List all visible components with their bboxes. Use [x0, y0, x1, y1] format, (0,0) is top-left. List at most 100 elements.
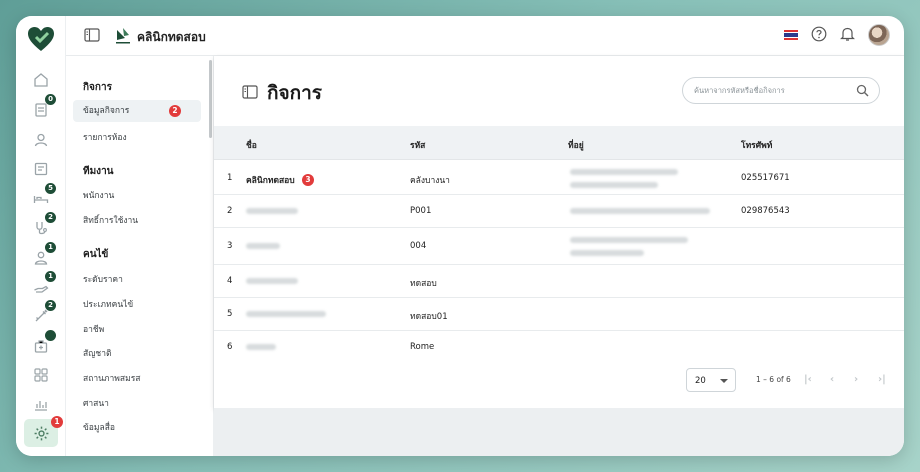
menu-item-religion[interactable]: ศาสนา [83, 396, 109, 410]
row-number: 6 [227, 342, 233, 352]
form-icon[interactable] [31, 159, 51, 179]
rows-per-page-value: 20 [695, 376, 706, 386]
rail-badge: 1 [45, 271, 56, 282]
menu-item-occupation[interactable]: อาชีพ [83, 322, 104, 336]
sidebar-toggle-icon[interactable] [84, 28, 100, 45]
section-title-business: กิจการ [83, 82, 112, 93]
row-number: 3 [227, 241, 233, 251]
table-row[interactable]: 3 004 [214, 228, 904, 265]
rail-badge: 5 [45, 183, 56, 194]
pagination: 20 1 – 6 of 6 |‹ ‹ › ›| [214, 366, 904, 396]
row-code: ทดสอบ01 [410, 312, 448, 322]
menu-item-staff[interactable]: พนักงาน [83, 188, 114, 202]
column-header-name[interactable]: ชื่อ [246, 138, 257, 152]
menu-item-nationality[interactable]: สัญชาติ [83, 346, 112, 360]
section-title-team: ทีมงาน [83, 166, 114, 177]
redacted-address [570, 169, 678, 175]
home-icon[interactable] [31, 70, 51, 90]
redacted-address [570, 237, 688, 243]
grid-icon[interactable] [31, 365, 51, 385]
table-header: ชื่อ รหัส ที่อยู่ โทรศัพท์ [214, 126, 904, 160]
brand-heart-logo[interactable] [27, 26, 55, 52]
report-chart-icon[interactable] [31, 394, 51, 414]
clinic-name[interactable]: คลินิกทดสอบ [137, 28, 206, 47]
row-code: P001 [410, 206, 432, 216]
table-row[interactable]: 1 คลินิกทดสอบ 3 คลังบางนา 025517671 [214, 160, 904, 195]
row-phone: 029876543 [741, 206, 790, 216]
bed-icon[interactable]: 5 [31, 183, 56, 209]
page-header: กิจการ [242, 78, 322, 108]
table-row[interactable]: 4 ทดสอบ [214, 265, 904, 298]
rail-badge: 2 [45, 300, 56, 311]
menu-item-business-info[interactable]: ข้อมูลกิจการ [73, 100, 201, 122]
thai-flag-icon[interactable] [784, 30, 798, 40]
row-code: 004 [410, 241, 427, 251]
syringe-icon[interactable]: 2 [31, 300, 56, 326]
redacted-address [570, 250, 644, 256]
menu-item-media[interactable]: ข้อมูลสื่อ [83, 420, 115, 434]
redacted-name [246, 278, 298, 284]
table-row[interactable]: 5 ทดสอบ01 [214, 298, 904, 331]
rail-dot-badge [45, 330, 56, 341]
rail-badge: 1 [45, 242, 56, 253]
row-code: ทดสอบ [410, 279, 437, 289]
hand-money-icon[interactable]: 1 [31, 271, 56, 297]
search-placeholder: ค้นหาจากรหัสหรือชื่อกิจการ [694, 85, 785, 95]
row-number: 2 [227, 206, 233, 216]
settings-badge: 1 [51, 416, 63, 428]
row-code: Rome [410, 342, 435, 352]
document-icon[interactable]: 0 [31, 94, 56, 120]
last-page-icon[interactable]: ›| [878, 374, 886, 385]
row-number: 5 [227, 309, 233, 319]
redacted-address [570, 208, 710, 214]
clinic-logo [116, 28, 130, 44]
top-bar: คลินิกทดสอบ [66, 16, 904, 56]
menu-item-permissions[interactable]: สิทธิ์การใช้งาน [83, 213, 138, 227]
row-phone: 025517671 [741, 173, 790, 183]
rail-badge: 0 [45, 94, 56, 105]
help-icon[interactable] [811, 26, 827, 45]
menu-item-rooms[interactable]: รายการห้อง [83, 130, 127, 144]
settings-gear-icon[interactable] [31, 423, 51, 443]
medical-bag-icon[interactable] [31, 330, 56, 356]
redacted-name [246, 344, 276, 350]
search-input[interactable]: ค้นหาจากรหัสหรือชื่อกิจการ [682, 77, 880, 104]
next-page-icon[interactable]: › [854, 374, 858, 385]
row-name[interactable]: คลินิกทดสอบ [246, 173, 295, 187]
notification-bell-icon[interactable] [840, 26, 855, 45]
table-row[interactable]: 2 P001 029876543 [214, 195, 904, 228]
search-icon[interactable] [856, 84, 869, 99]
doctor-icon[interactable]: 1 [31, 242, 56, 268]
redacted-name [246, 311, 326, 317]
column-header-phone[interactable]: โทรศัพท์ [741, 138, 772, 152]
submenu-scrollbar[interactable] [209, 60, 212, 138]
page-title: กิจการ [267, 82, 323, 104]
row-number: 1 [227, 173, 233, 183]
chevron-down-icon [720, 379, 728, 383]
stethoscope-icon[interactable]: 2 [31, 212, 56, 238]
column-header-code[interactable]: รหัส [410, 138, 425, 152]
menu-item-label: ข้อมูลกิจการ [83, 106, 130, 116]
menu-item-price-level[interactable]: ระดับราคา [83, 272, 123, 286]
previous-page-icon[interactable]: ‹ [830, 374, 834, 385]
rail-badge: 2 [45, 212, 56, 223]
app-window: 0 5 2 1 1 2 1 คลินิกทดสอบ กิจการ ข้อมูลก… [16, 16, 904, 456]
redacted-name [246, 208, 298, 214]
main-panel: กิจการ ค้นหาจากรหัสหรือชื่อกิจการ ชื่อ ร… [214, 56, 904, 408]
user-icon[interactable] [31, 130, 51, 150]
user-avatar[interactable] [868, 24, 890, 46]
rows-per-page-select[interactable]: 20 [686, 368, 736, 392]
row-badge: 3 [302, 174, 314, 186]
content-background [214, 408, 904, 456]
redacted-name [246, 243, 280, 249]
page-range-text: 1 – 6 of 6 [756, 375, 791, 384]
row-number: 4 [227, 276, 233, 286]
menu-item-badge: 2 [169, 105, 181, 117]
column-header-address[interactable]: ที่อยู่ [568, 138, 584, 152]
menu-item-marital-status[interactable]: สถานภาพสมรส [83, 371, 140, 385]
menu-item-patient-type[interactable]: ประเภทคนไข้ [83, 297, 133, 311]
settings-submenu: กิจการ ข้อมูลกิจการ 2 รายการห้อง ทีมงาน … [66, 56, 214, 456]
redacted-address [570, 182, 658, 188]
first-page-icon[interactable]: |‹ [804, 374, 812, 385]
table-row[interactable]: 6 Rome [214, 331, 904, 364]
